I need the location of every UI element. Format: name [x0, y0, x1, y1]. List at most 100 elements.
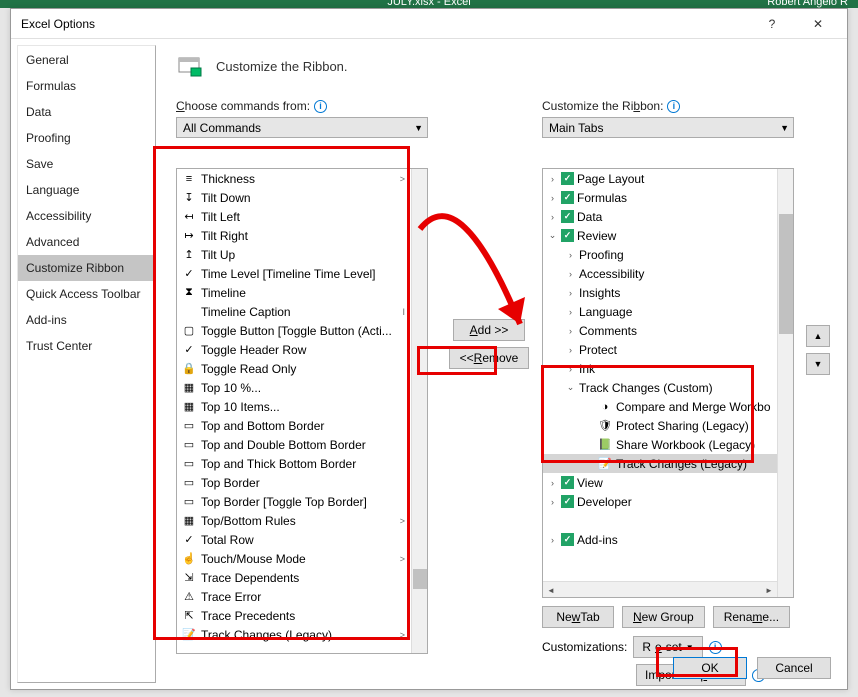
command-item[interactable]: ↥Tilt Up: [177, 245, 411, 264]
tree-item[interactable]: ›✓View: [543, 473, 777, 492]
expand-icon[interactable]: ⌄: [565, 382, 576, 393]
command-item[interactable]: Timeline CaptionI: [177, 302, 411, 321]
sidebar-item-save[interactable]: Save: [18, 151, 155, 177]
checkbox-icon[interactable]: ✓: [561, 210, 574, 223]
tree-item[interactable]: ◑Compare and Merge Workbo: [543, 397, 777, 416]
sidebar-item-proofing[interactable]: Proofing: [18, 125, 155, 151]
tree-item[interactable]: ›✓Page Layout: [543, 169, 777, 188]
tree-item[interactable]: ›✓Formulas: [543, 188, 777, 207]
tree-item[interactable]: ›Protect: [543, 340, 777, 359]
tree-item[interactable]: ›Language: [543, 302, 777, 321]
command-item[interactable]: ⧗Timeline: [177, 283, 411, 302]
tree-item[interactable]: ›Ink: [543, 359, 777, 378]
expand-icon[interactable]: ›: [565, 288, 576, 298]
expand-icon[interactable]: ›: [565, 269, 576, 279]
checkbox-icon[interactable]: ✓: [561, 495, 574, 508]
ok-button[interactable]: OK: [673, 657, 747, 679]
cancel-button[interactable]: Cancel: [757, 657, 831, 679]
tree-item[interactable]: ›Proofing: [543, 245, 777, 264]
command-item[interactable]: 📝Track Changes (Legacy)>: [177, 625, 411, 644]
expand-icon[interactable]: ›: [547, 174, 558, 184]
command-item[interactable]: ▭Top Border [Toggle Top Border]: [177, 492, 411, 511]
command-item[interactable]: ▭Top and Thick Bottom Border: [177, 454, 411, 473]
scrollbar-horizontal[interactable]: ◄►: [543, 581, 777, 597]
tree-item[interactable]: ⌄✓Review: [543, 226, 777, 245]
command-item[interactable]: ⇱Trace Precedents: [177, 606, 411, 625]
tree-item[interactable]: 📝Track Changes (Legacy): [543, 454, 777, 473]
sidebar-item-language[interactable]: Language: [18, 177, 155, 203]
info-icon[interactable]: i: [314, 100, 327, 113]
tree-item[interactable]: ›Comments: [543, 321, 777, 340]
scrollbar-vertical[interactable]: [411, 169, 427, 653]
expand-icon[interactable]: ›: [565, 345, 576, 355]
sidebar-item-accessibility[interactable]: Accessibility: [18, 203, 155, 229]
tree-item[interactable]: [543, 511, 777, 530]
tree-item[interactable]: ›✓Add-ins: [543, 530, 777, 549]
sidebar-item-advanced[interactable]: Advanced: [18, 229, 155, 255]
choose-commands-dropdown[interactable]: All Commands ▼: [176, 117, 428, 138]
command-item[interactable]: ▭Top and Bottom Border: [177, 416, 411, 435]
expand-icon[interactable]: ›: [547, 212, 558, 222]
command-item[interactable]: 🔒Toggle Read Only: [177, 359, 411, 378]
checkbox-icon[interactable]: ✓: [561, 476, 574, 489]
expand-icon[interactable]: ›: [565, 307, 576, 317]
command-item[interactable]: ⚠Trace Error: [177, 587, 411, 606]
customize-ribbon-dropdown[interactable]: Main Tabs ▼: [542, 117, 794, 138]
info-icon[interactable]: i: [667, 100, 680, 113]
command-item[interactable]: ✓Time Level [Timeline Time Level]: [177, 264, 411, 283]
command-item[interactable]: ▦Top/Bottom Rules>: [177, 511, 411, 530]
new-group-button[interactable]: New GroupNew Group: [622, 606, 705, 628]
tree-item[interactable]: ›✓Data: [543, 207, 777, 226]
checkbox-icon[interactable]: ✓: [561, 533, 574, 546]
command-item[interactable]: ☝Touch/Mouse Mode>: [177, 549, 411, 568]
tree-item[interactable]: ›Accessibility: [543, 264, 777, 283]
expand-icon[interactable]: ›: [565, 364, 576, 374]
sidebar-item-data[interactable]: Data: [18, 99, 155, 125]
close-button[interactable]: ✕: [795, 10, 841, 38]
command-item[interactable]: ✓Toggle Header Row: [177, 340, 411, 359]
command-item[interactable]: ↤Tilt Left: [177, 207, 411, 226]
add-button[interactable]: AAdd >>dd >>: [453, 319, 525, 341]
sidebar-item-trust-center[interactable]: Trust Center: [18, 333, 155, 359]
new-tab-button[interactable]: New TabNew Tab: [542, 606, 614, 628]
sidebar-item-customize-ribbon[interactable]: Customize Ribbon: [18, 255, 155, 281]
rename-button[interactable]: Rename...Rename...: [713, 606, 790, 628]
expand-icon[interactable]: ›: [547, 478, 558, 488]
command-item[interactable]: ▦Top 10 Items...: [177, 397, 411, 416]
expand-icon[interactable]: ›: [547, 193, 558, 203]
move-up-button[interactable]: ▲: [806, 325, 830, 347]
command-item[interactable]: ▭Top and Double Bottom Border: [177, 435, 411, 454]
remove-button[interactable]: << Remove<< Remove: [449, 347, 530, 369]
command-item[interactable]: ▭Top Border: [177, 473, 411, 492]
sidebar-item-add-ins[interactable]: Add-ins: [18, 307, 155, 333]
command-item[interactable]: ↧Tilt Down: [177, 188, 411, 207]
expand-icon[interactable]: ⌄: [547, 230, 558, 241]
command-item[interactable]: ✓Total Row: [177, 530, 411, 549]
sidebar-item-formulas[interactable]: Formulas: [18, 73, 155, 99]
tree-item[interactable]: ⌄Track Changes (Custom): [543, 378, 777, 397]
expand-icon[interactable]: ›: [565, 250, 576, 260]
info-icon[interactable]: i: [709, 641, 722, 654]
scrollbar-vertical[interactable]: [777, 169, 793, 597]
sidebar-item-general[interactable]: General: [18, 47, 155, 73]
command-item[interactable]: ↦Tilt Right: [177, 226, 411, 245]
checkbox-icon[interactable]: ✓: [561, 229, 574, 242]
command-item[interactable]: ▢Toggle Button [Toggle Button (Acti...: [177, 321, 411, 340]
tree-item[interactable]: ›Insights: [543, 283, 777, 302]
tree-item[interactable]: 📗Share Workbook (Legacy): [543, 435, 777, 454]
checkbox-icon[interactable]: ✓: [561, 172, 574, 185]
reset-dropdown[interactable]: ResetReset ▼: [633, 636, 702, 658]
move-down-button[interactable]: ▼: [806, 353, 830, 375]
expand-icon[interactable]: ›: [547, 535, 558, 545]
command-item[interactable]: ▦Top 10 %...: [177, 378, 411, 397]
checkbox-icon[interactable]: ✓: [561, 191, 574, 204]
expand-icon[interactable]: ›: [547, 497, 558, 507]
tree-item[interactable]: ›✓Developer: [543, 492, 777, 511]
command-item[interactable]: ⇲Trace Dependents: [177, 568, 411, 587]
ribbon-tree[interactable]: ›✓Page Layout›✓Formulas›✓Data⌄✓Review›Pr…: [542, 168, 794, 598]
expand-icon[interactable]: ›: [565, 326, 576, 336]
sidebar-item-quick-access-toolbar[interactable]: Quick Access Toolbar: [18, 281, 155, 307]
command-item[interactable]: ≡Thickness>: [177, 169, 411, 188]
tree-item[interactable]: 🛡Protect Sharing (Legacy): [543, 416, 777, 435]
commands-listbox[interactable]: ≡Thickness>↧Tilt Down↤Tilt Left↦Tilt Rig…: [176, 168, 428, 654]
